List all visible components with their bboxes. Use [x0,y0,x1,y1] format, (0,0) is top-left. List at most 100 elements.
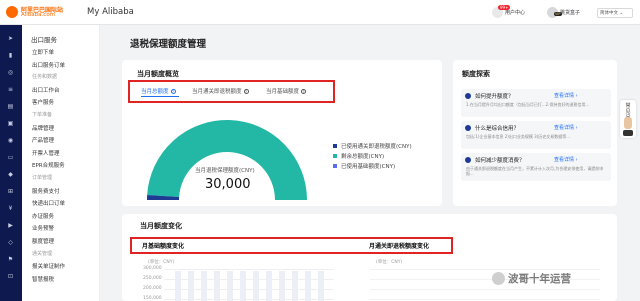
view-details-link[interactable]: 查看详情 › [554,156,578,163]
legend-label: 已使用通关即退税额度(CNY) [341,144,412,150]
sidebar-menu: 出口服务 立即下单 出口服务订单 任务和数据 出口工作台 客户服务 下单准备 品牌管理 产品管… [22,25,100,301]
sidebar-group-label: 订单管理 [32,175,53,181]
page-title: 退税保理额度管理 [130,39,207,50]
chart-bar-placeholder [292,271,298,301]
chart-icon[interactable]: ▤ [7,103,14,110]
info-icon[interactable]: ? [243,89,249,94]
faq-question: 如何减少额度消费？ [475,158,525,164]
view-details-link[interactable]: 查看详情 › [554,124,578,131]
top-header: 阿里巴巴国际站 Alibaba.com My Alibaba 99+ 用户中心 … [0,0,640,25]
sidebar-group-label: 通关管理 [32,250,53,257]
alibaba-logo[interactable]: 阿里巴巴国际站 Alibaba.com [6,5,72,20]
base-quota-change-title: 月基础额度变化 [142,243,185,250]
tab-clearance-refund-quota[interactable]: 当月通关即退税额度? [192,87,249,95]
quota-change-card [122,214,617,301]
language-select[interactable]: 简体中文 ⌄ [597,8,633,18]
legend-swatch [333,164,337,168]
tab-label: 当月总额度 [141,89,169,95]
explore-title: 额度探索 [462,70,490,78]
tag-icon[interactable]: ◇ [7,239,14,246]
shield-icon[interactable]: ◆ [7,171,14,178]
sidebar-item[interactable]: 立即下单 [32,48,54,56]
globe-icon[interactable]: ◎ [7,69,14,76]
document-icon[interactable]: ▭ [7,154,14,161]
sidebar-item[interactable]: 出口工作台 [32,86,60,94]
watermark-text: 波哥十年运营 [508,273,571,285]
chart-bar-placeholder [175,271,181,301]
y-tick-label: 250,000 [143,276,162,281]
overview-title: 当月额度概览 [137,70,179,78]
sidebar-item[interactable]: 客户服务 [32,98,54,106]
sidebar-item[interactable]: 服务费支付 [32,187,60,195]
grid-line [370,299,600,300]
faq-question: 如何提升额度？ [475,94,514,100]
account-menu[interactable]: VIP 跳货盒子 [547,6,589,19]
user-icon[interactable]: ◉ [7,137,14,144]
question-icon [465,157,471,163]
chart-bar-placeholder [318,271,324,301]
user-center-label: 用户中心 [505,10,526,16]
logo-text-en: Alibaba.com [21,12,56,18]
sidebar-item[interactable]: 智慧报税 [32,275,54,283]
list-icon[interactable]: ≡ [7,86,14,93]
sidebar-item[interactable]: 办证服务 [32,212,54,220]
sidebar-item[interactable]: 报关单证制作 [32,262,65,270]
app-title: My Alibaba [87,7,134,17]
question-icon [465,125,471,131]
view-details-link[interactable]: 查看详情 › [554,92,578,99]
grid-line [370,269,600,270]
watermark-logo-icon [492,272,505,285]
chart-bar-placeholder [253,271,259,301]
y-tick-label: 300,000 [143,266,162,271]
chart-bar-placeholder [227,271,233,301]
assistant-body-icon [623,130,633,136]
sidebar-icon-rail: ➤ ▮ ◎ ≡ ▤ ▣ ◉ ▭ ◆ ⊞ ¥ ▶ ◇ ⚑ ⊡ [0,25,22,301]
faq-description: 1.在当月提升月均出口额度（包括当月已打...2.保持良好的退税信用... [466,102,590,107]
gauge-value: 30,000 [205,177,251,192]
chart-bar-placeholder [305,271,311,301]
quota-change-title: 当月额度变化 [140,222,182,230]
cart-icon[interactable]: ⊞ [7,188,14,195]
unit-label: (单位：CNY) [376,260,403,265]
active-tab-indicator [141,96,179,97]
sidebar-group-label: 下单准备 [32,112,53,118]
sidebar-item[interactable]: 产品管理 [32,136,54,144]
faq-floating-button[interactable]: 常见问题 [620,100,636,138]
alibaba-logo-icon [6,6,18,18]
info-icon[interactable]: ? [301,89,307,94]
truck-icon[interactable]: ▶ [7,222,14,229]
sidebar-item[interactable]: 业务预警 [32,224,54,232]
gauge-label: 当月退税保理额度(CNY) [195,168,255,174]
faq-item: 什么是综合信用？ 查看详情 › 包括:1)企业基本信息 2)出口业务规模 3)历… [461,121,611,149]
sidebar-item[interactable]: EPR合规服务 [32,161,65,169]
chart-bar-placeholder [201,271,207,301]
chart-bar-placeholder [279,271,285,301]
grid-icon[interactable]: ⊡ [7,273,14,280]
info-icon[interactable]: ? [170,89,176,94]
send-icon[interactable]: ➤ [7,35,14,42]
sidebar-item[interactable]: 品牌管理 [32,124,54,132]
tab-total-quota[interactable]: 当月总额度? [141,87,176,95]
faq-item: 如何提升额度？ 查看详情 › 1.在当月提升月均出口额度（包括当月已打...2.… [461,89,611,117]
box-icon[interactable]: ▣ [7,120,14,127]
account-name: 跳货盒子 [560,10,581,16]
bookmark-icon[interactable]: ▮ [7,52,14,59]
sidebar-item[interactable]: 出口服务订单 [32,61,65,69]
unit-label: (单位：CNY) [148,260,175,265]
user-center-button[interactable]: 99+ 用户中心 [492,5,538,19]
y-tick-label: 150,000 [143,296,162,301]
sidebar-group-label: 任务和数据 [32,74,58,81]
legend-swatch [333,144,337,148]
legend-label: 剩余总额度(CNY) [341,154,385,160]
sidebar-item[interactable]: 快递出口订单 [32,199,65,207]
sidebar-item[interactable]: 额度管理 [32,237,54,245]
money-icon[interactable]: ¥ [7,205,14,212]
question-icon [465,93,471,99]
flag-icon[interactable]: ⚑ [7,256,14,263]
sidebar-item[interactable]: 开票人管理 [32,149,60,157]
faq-item: 如何减少额度消费？ 查看详情 › 由于通关即退税额度在当月产生，不累计计入次月,… [461,153,611,181]
legend-swatch [333,154,337,158]
tab-base-quota[interactable]: 当月基础额度? [266,87,307,95]
chart-bar-placeholder [214,271,220,301]
faq-question: 什么是综合信用？ [475,126,520,132]
